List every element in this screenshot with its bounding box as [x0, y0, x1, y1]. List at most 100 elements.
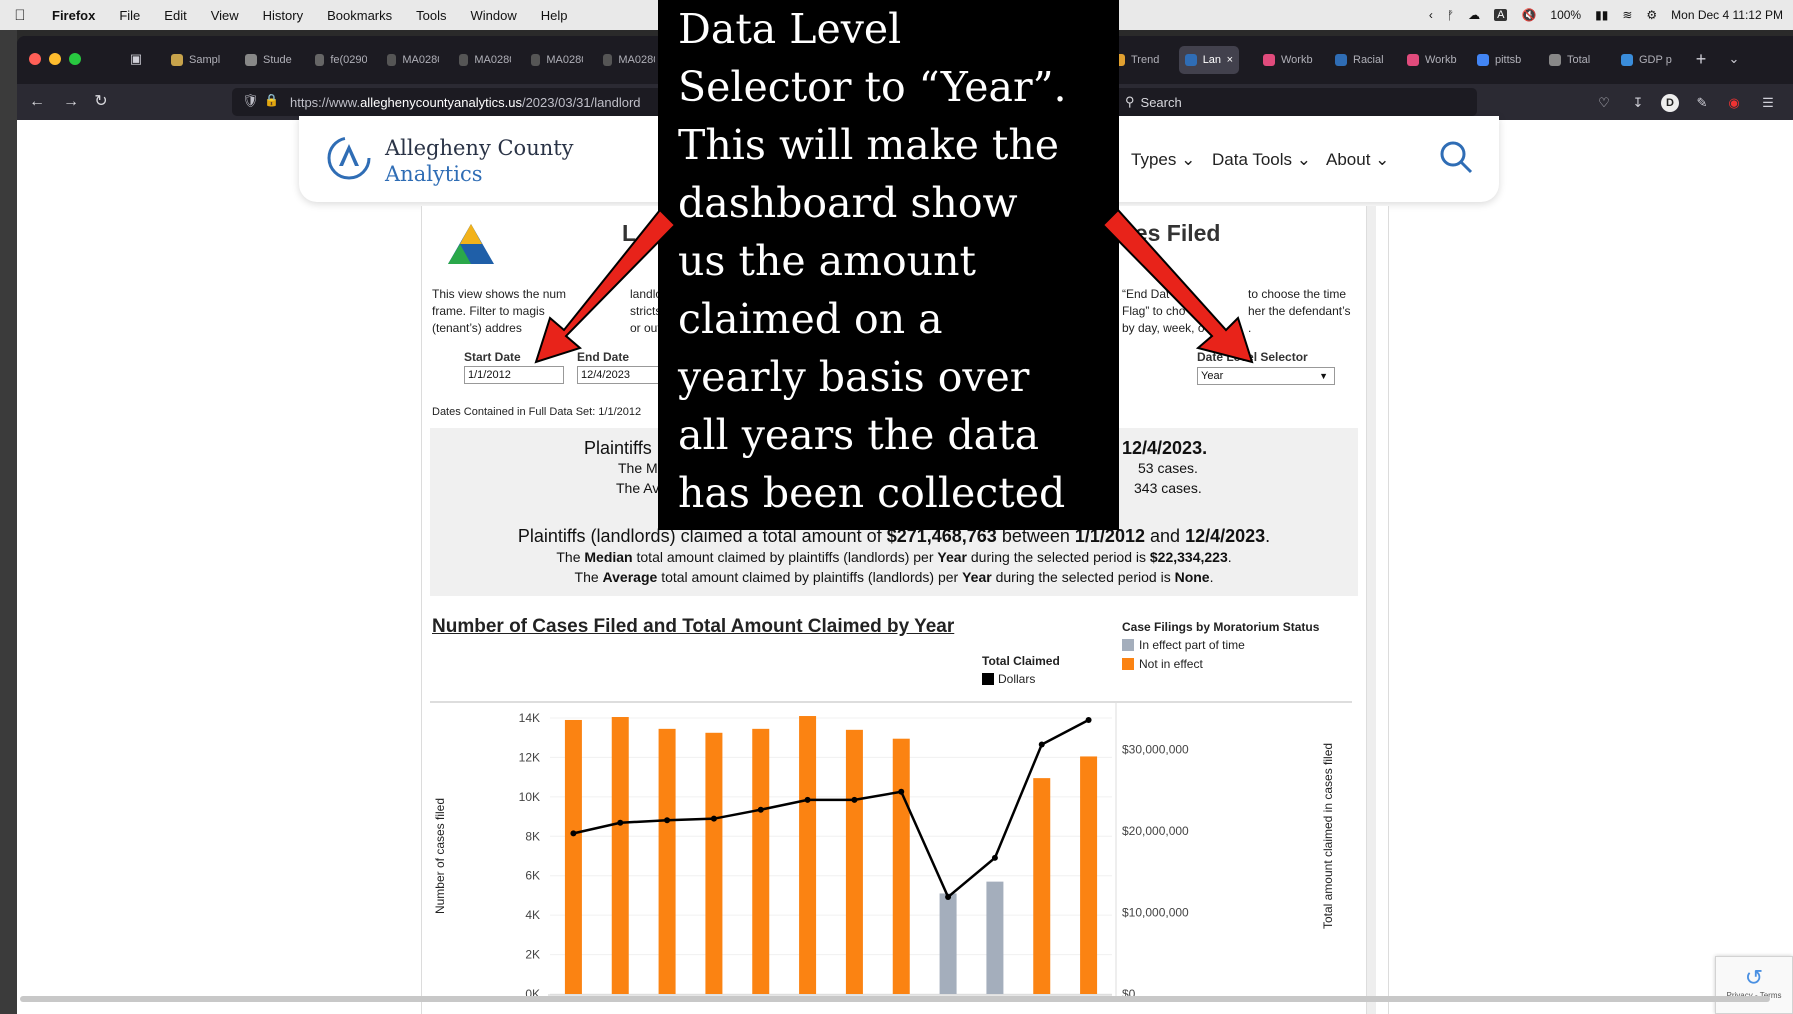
tab-favicon-icon: [1477, 54, 1489, 66]
zoom-window-button[interactable]: [69, 53, 81, 65]
new-tab-icon[interactable]: +: [1692, 50, 1710, 68]
caption-line: us the amount: [678, 237, 976, 285]
reload-button[interactable]: ↻: [89, 90, 113, 114]
forward-button[interactable]: →: [59, 90, 83, 114]
dollars-point-2022: [1038, 741, 1045, 748]
start-date-label: Start Date: [464, 350, 521, 364]
url-text[interactable]: https://www.alleghenycountyanalytics.us/…: [290, 95, 641, 110]
browser-tab[interactable]: Stude: [239, 46, 303, 74]
apple-icon[interactable]: : [0, 7, 40, 24]
nav-types[interactable]: Types ⌄: [1131, 150, 1195, 170]
y-right-tick-label: $20,000,000: [1122, 824, 1189, 838]
tab-favicon-icon: [1621, 54, 1633, 66]
y-axis-title: Number of cases filed: [433, 798, 447, 914]
battery-icon[interactable]: ▮▮: [1595, 8, 1608, 22]
bar-2021: [986, 881, 1004, 994]
control-center-icon[interactable]: ⚙: [1646, 8, 1657, 22]
browser-tab[interactable]: GDP p: [1615, 46, 1679, 74]
account-icon[interactable]: D: [1661, 94, 1679, 112]
tab-label: fe(0290)_: [330, 54, 367, 66]
chevron-left-icon[interactable]: ‹: [1429, 8, 1433, 22]
median-cases-line-left: The M: [618, 460, 658, 476]
dollars-point-2013: [617, 819, 624, 826]
search-bar[interactable]: ⚲ Search: [1117, 88, 1477, 116]
pocket-icon[interactable]: ♡: [1595, 94, 1613, 112]
dropdown-arrow-icon[interactable]: ▼: [1319, 368, 1328, 384]
caption-line: Data Level: [678, 5, 902, 53]
browser-tab[interactable]: MA0280_: [381, 46, 445, 74]
legend-total-claimed-title: Total Claimed: [982, 654, 1060, 668]
site-logo-icon[interactable]: [325, 134, 373, 182]
nav-data-tools[interactable]: Data Tools ⌄: [1212, 150, 1311, 170]
bluetooth-icon[interactable]: ᚡ: [1447, 8, 1454, 22]
site-search-icon[interactable]: [1439, 140, 1473, 174]
dollars-point-2018: [851, 796, 858, 803]
site-logo-line2[interactable]: Analytics: [385, 162, 482, 186]
legend-not-in-effect-item[interactable]: Not in effect: [1122, 657, 1203, 671]
browser-tab[interactable]: MA0280_: [525, 46, 589, 74]
menu-bookmarks[interactable]: Bookmarks: [315, 8, 404, 23]
browser-tab[interactable]: fe(0290)_: [309, 46, 373, 74]
end-date-label: End Date: [577, 350, 630, 364]
y-right-tick-label: $10,000,000: [1122, 905, 1189, 919]
downloads-icon[interactable]: ↧: [1629, 94, 1647, 112]
menu-app-name[interactable]: Firefox: [40, 8, 107, 23]
list-all-tabs-icon[interactable]: ⌄: [1725, 50, 1743, 68]
menu-icon[interactable]: ☰: [1759, 94, 1777, 112]
caption-line: has been collected: [678, 469, 1066, 517]
menu-view[interactable]: View: [199, 8, 251, 23]
recaptcha-badge[interactable]: ↺ Privacy - Terms: [1715, 956, 1793, 1014]
intro-text-left: This view shows the num frame. Filter to…: [432, 287, 567, 335]
y-tick-label: 10K: [519, 790, 540, 804]
mute-icon[interactable]: 🔇: [1521, 8, 1536, 22]
shield-icon[interactable]: 🛡: [242, 93, 259, 109]
legend-in-effect-swatch: [1122, 639, 1134, 651]
y-tick-label: 2K: [525, 948, 540, 962]
browser-tab[interactable]: Workb: [1401, 46, 1465, 74]
browser-tab[interactable]: pittsb: [1471, 46, 1535, 74]
addon-icon[interactable]: ◉: [1725, 94, 1743, 112]
nav-about[interactable]: About ⌄: [1326, 150, 1389, 170]
menu-edit[interactable]: Edit: [152, 8, 198, 23]
caption-line: Selector to “Year”.: [678, 63, 1067, 111]
browser-tab[interactable]: Racial: [1329, 46, 1393, 74]
menu-tools[interactable]: Tools: [404, 8, 458, 23]
browser-tab[interactable]: Total: [1543, 46, 1607, 74]
start-date-input[interactable]: 1/1/2012: [464, 366, 564, 384]
minimize-window-button[interactable]: [49, 53, 61, 65]
y-tick-label: 4K: [525, 908, 540, 922]
date-level-select[interactable]: Year ▼: [1197, 367, 1335, 385]
average-cases-line-right: 343 cases.: [1134, 480, 1202, 496]
horizontal-scrollbar-thumb[interactable]: [20, 996, 1770, 1002]
tab-label: Workb: [1425, 54, 1457, 66]
recaptcha-icon: ↺: [1744, 965, 1764, 990]
cloud-icon[interactable]: ☁: [1468, 8, 1480, 22]
wifi-icon[interactable]: ≋: [1622, 8, 1632, 22]
dashboard-scrollbar[interactable]: [1366, 206, 1376, 1014]
menu-history[interactable]: History: [251, 8, 315, 23]
menu-file[interactable]: File: [107, 8, 152, 23]
extensions-icon[interactable]: ✎: [1693, 94, 1711, 112]
lock-icon[interactable]: 🔒: [264, 93, 279, 107]
legend-in-effect-item[interactable]: In effect part of time: [1122, 638, 1245, 652]
menu-help[interactable]: Help: [529, 8, 580, 23]
browser-tab[interactable]: Sampl: [165, 46, 229, 74]
back-button[interactable]: ←: [25, 90, 49, 114]
bar-2018: [845, 729, 863, 994]
dollars-point-2019: [898, 788, 905, 795]
site-logo-line1[interactable]: Allegheny County: [385, 136, 574, 160]
median-claimed-line: The Median total amount claimed by plain…: [556, 549, 1232, 565]
end-date-input[interactable]: 12/4/2023: [577, 366, 659, 384]
caption-line: claimed on a: [678, 295, 943, 343]
close-tab-icon[interactable]: ×: [1227, 54, 1233, 66]
close-window-button[interactable]: [29, 53, 41, 65]
tab-manager-icon[interactable]: ▣: [127, 50, 145, 68]
clock[interactable]: Mon Dec 4 11:12 PM: [1671, 8, 1783, 22]
menu-window[interactable]: Window: [459, 8, 529, 23]
horizontal-scrollbar[interactable]: [0, 994, 1776, 1004]
browser-tab[interactable]: Workb: [1257, 46, 1321, 74]
input-source-icon[interactable]: A: [1494, 9, 1508, 21]
browser-tab[interactable]: MA0280_: [597, 46, 661, 74]
browser-tab[interactable]: Lan ×: [1179, 46, 1239, 74]
browser-tab[interactable]: MA0280_: [453, 46, 517, 74]
